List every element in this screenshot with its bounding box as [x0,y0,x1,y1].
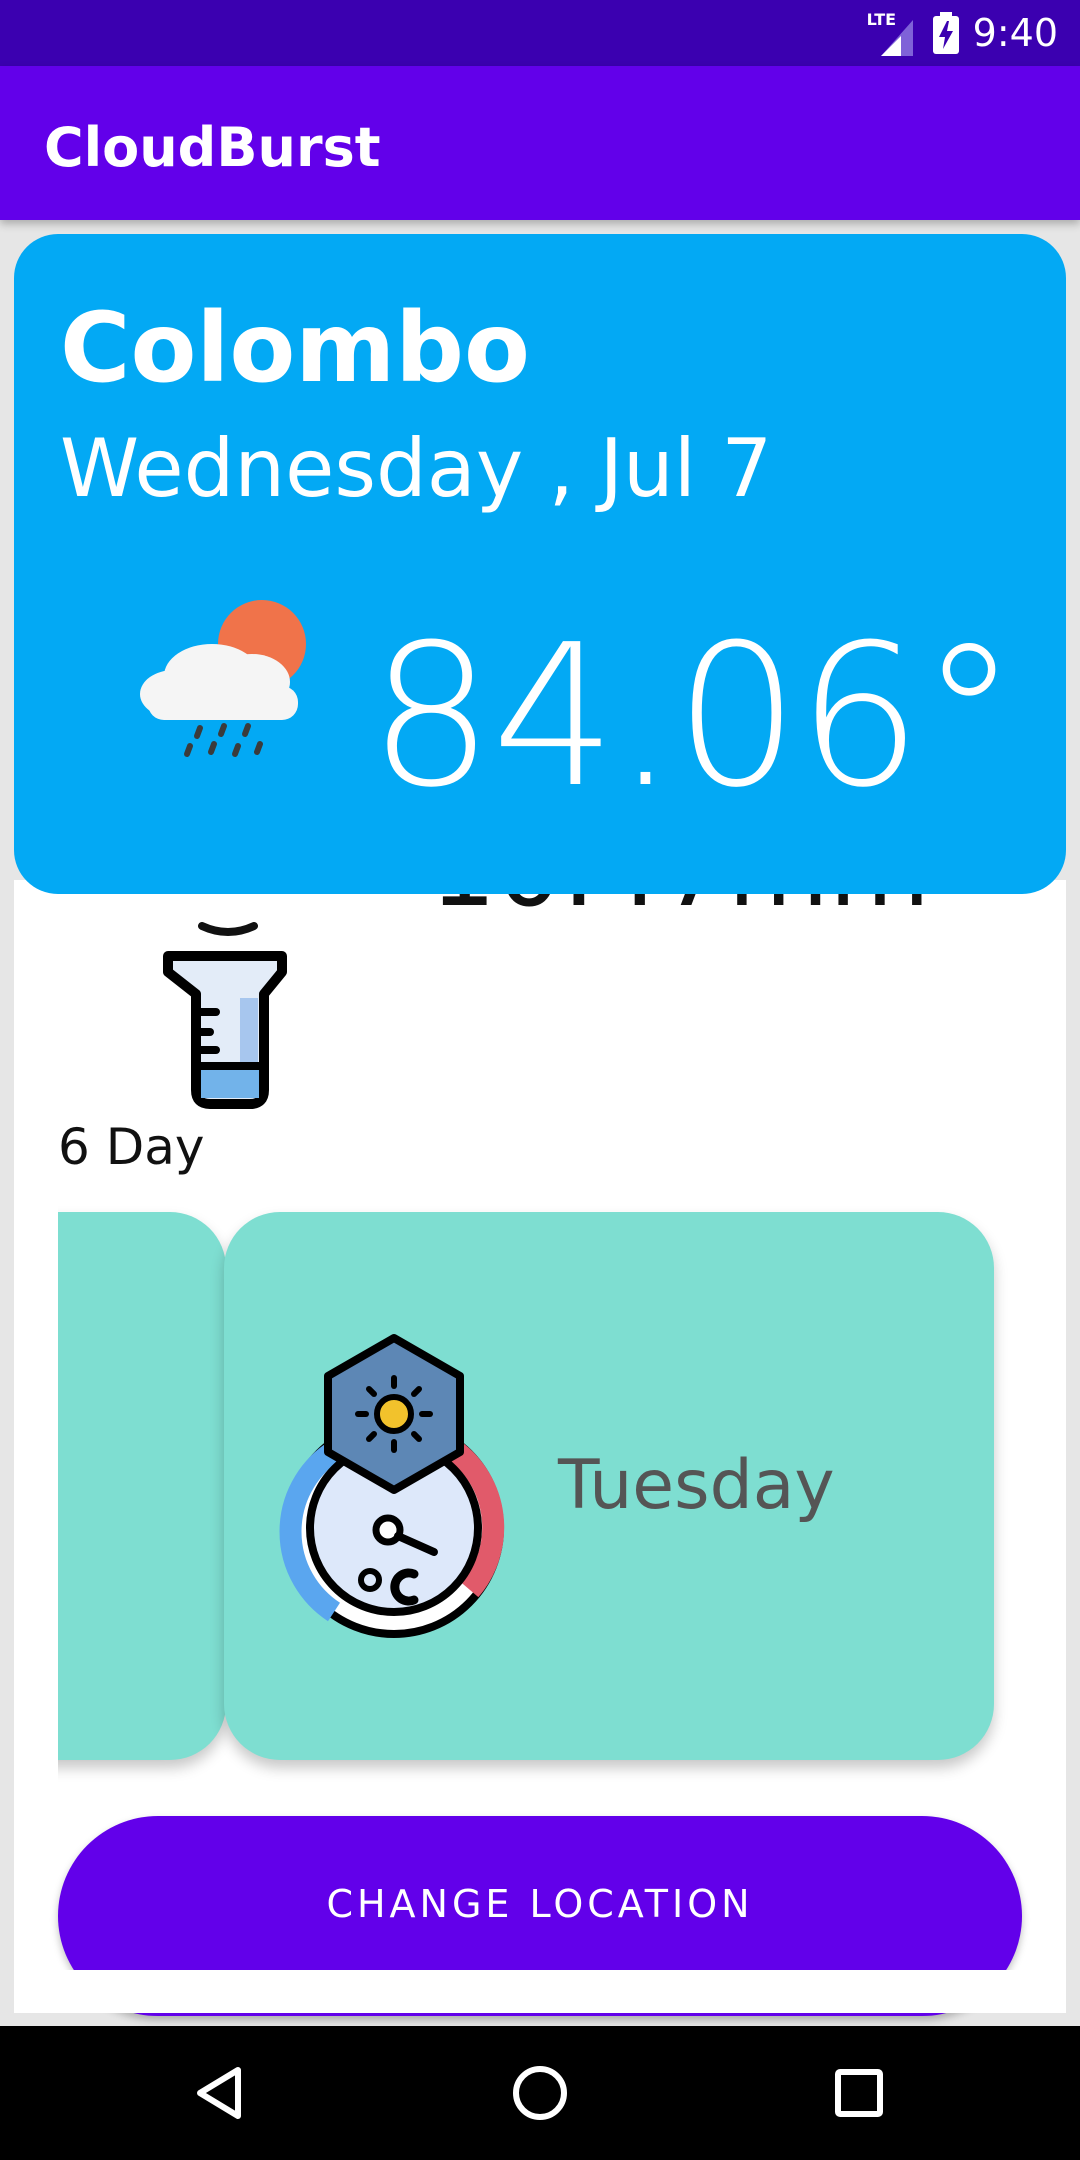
status-time: 9:40 [972,11,1058,55]
app-bar: CloudBurst [0,66,1080,220]
rain-cloud-sun-icon [140,600,306,757]
forecast-card[interactable] [58,1212,226,1760]
current-date: Wednesday , Jul 7 [60,422,773,515]
lte-signal-icon: LTE [867,10,919,56]
forecast-list[interactable]: Tuesday [58,1200,1078,1790]
content-bottom-edge [14,1970,1066,2013]
rain-value: 10.47mm [430,894,930,930]
back-icon[interactable] [186,2058,256,2128]
forecast-label: 6 Day [58,1118,205,1176]
thermometer-sun-celsius-icon [279,1334,505,1638]
home-icon[interactable] [505,2058,575,2128]
status-bar: LTE 9:40 [0,0,1080,66]
change-location-label: CHANGE LOCATION [326,1882,754,1926]
recents-icon[interactable] [824,2058,894,2128]
forecast-card[interactable]: Tuesday [224,1212,994,1760]
current-temperature: 84.06° [368,603,1018,831]
app-title: CloudBurst [44,116,381,179]
forecast-day-name: Tuesday [558,1446,835,1525]
battery-charging-icon [932,12,959,54]
measuring-cylinder-icon [163,951,287,1109]
city-name: Colombo [60,292,530,404]
navigation-bar [0,2026,1080,2160]
status-icons: LTE 9:40 [867,0,1058,66]
current-weather-card: Colombo Wednesday , Jul 7 84.06° [14,234,1066,894]
